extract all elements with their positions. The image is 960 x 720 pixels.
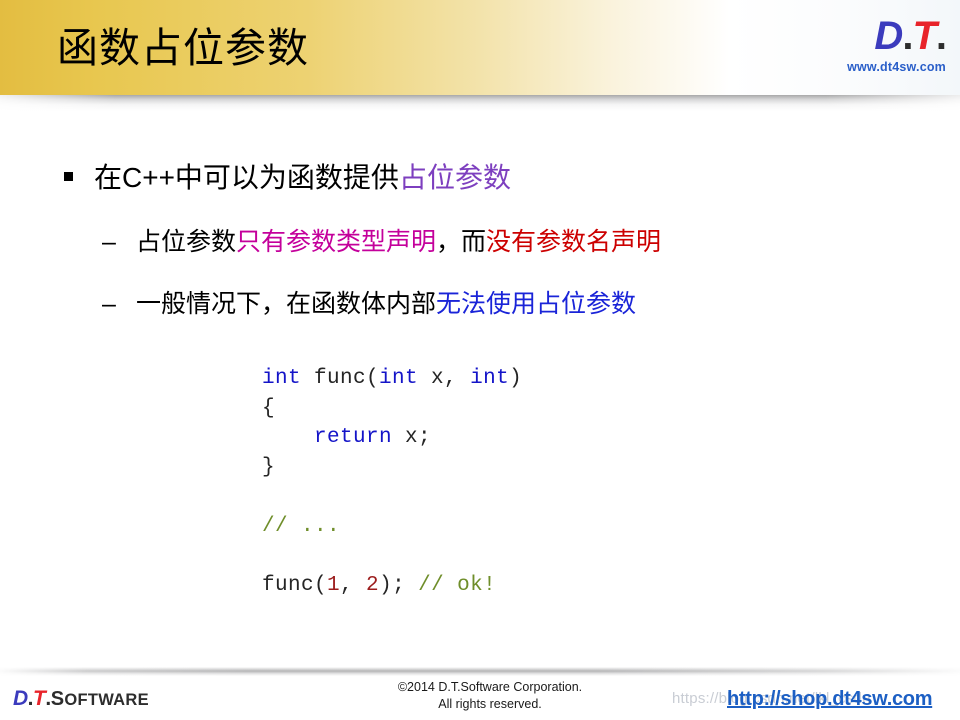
footer-logo: D.T.SOFTWARE bbox=[13, 687, 149, 711]
footer-logo-letter-d: D bbox=[13, 687, 28, 710]
code-line: return x; bbox=[262, 423, 522, 453]
code-line: } bbox=[262, 453, 522, 483]
code-token-plain: { bbox=[262, 396, 276, 420]
footer-logo-word-rest: OFTWARE bbox=[64, 691, 149, 709]
footer-link-area: https://blog.csdn.net/lkl_csdn http://sh… bbox=[672, 686, 960, 712]
header-shadow-divider bbox=[0, 95, 960, 111]
footer-logo-word-cap: S bbox=[50, 688, 65, 710]
footer-shop-link[interactable]: http://shop.dt4sw.com bbox=[727, 686, 932, 712]
dash-bullet-icon: – bbox=[102, 290, 116, 318]
code-sample: int func(int x, int){ return x;}// ... fu… bbox=[262, 364, 522, 600]
bullet-segment-highlight-red: 没有参数名声明 bbox=[486, 228, 662, 256]
bullet-item-primary: 在C++中可以为函数提供占位参数 bbox=[58, 159, 960, 197]
code-token-comment: // ok! bbox=[418, 573, 497, 597]
code-token-plain: ) bbox=[509, 367, 523, 390]
bullet-segment-highlight-blue: 无法使用占位参数 bbox=[436, 290, 637, 318]
copyright-line-2: All rights reserved. bbox=[438, 697, 542, 711]
bullet-segment-text: 在C++中可以为函数提供 bbox=[94, 162, 399, 193]
code-token-plain: x, bbox=[418, 367, 471, 390]
bullet-item-sub-2: – 一般情况下，在函数体内部无法使用占位参数 bbox=[100, 287, 960, 321]
code-token-keyword: int bbox=[379, 367, 419, 390]
logo-dot-2: . bbox=[935, 14, 947, 58]
code-line: func(1, 2); // ok! bbox=[262, 571, 522, 601]
bullet-segment-highlight: 占位参数 bbox=[398, 162, 511, 193]
logo-dot-1: . bbox=[902, 14, 913, 58]
footer-logo-word: SOFTWARE bbox=[50, 688, 149, 710]
brand-logo-mark: D.T. bbox=[796, 14, 947, 58]
code-token-plain: ); bbox=[379, 573, 419, 597]
code-line: // ... bbox=[262, 512, 522, 542]
bullet-segment-text: 占位参数 bbox=[136, 228, 237, 256]
code-token-keyword: int bbox=[262, 367, 302, 390]
code-token-plain: x; bbox=[392, 426, 432, 449]
bullet-segment-text: ，而 bbox=[436, 228, 487, 256]
logo-letter-t: T bbox=[912, 14, 936, 58]
code-line: { bbox=[262, 394, 522, 424]
code-token-plain: , bbox=[340, 573, 367, 597]
bullet-item-sub-1: – 占位参数只有参数类型声明，而没有参数名声明 bbox=[100, 225, 960, 259]
footer-logo-letter-t: T bbox=[33, 687, 46, 710]
header-logo: D.T. www.dt4sw.com bbox=[796, 14, 947, 74]
code-token-number: 2 bbox=[366, 573, 380, 597]
dash-bullet-icon: – bbox=[102, 228, 116, 256]
code-token-comment: // ... bbox=[262, 514, 341, 538]
footer-divider bbox=[0, 667, 960, 676]
bullet-segment-highlight-magenta: 只有参数类型声明 bbox=[236, 228, 437, 256]
slide-content: 在C++中可以为函数提供占位参数 – 占位参数只有参数类型声明，而没有参数名声明… bbox=[0, 111, 960, 321]
header-website-url: www.dt4sw.com bbox=[847, 60, 946, 74]
code-token-keyword: int bbox=[470, 367, 510, 390]
code-token-keyword: return bbox=[314, 426, 393, 449]
logo-letter-d: D bbox=[874, 14, 903, 58]
code-line: int func(int x, int) bbox=[262, 364, 522, 394]
code-token-number: 1 bbox=[327, 573, 341, 597]
code-token-plain: } bbox=[262, 455, 276, 479]
page-title: 函数占位参数 bbox=[57, 25, 309, 71]
code-token-plain: func( bbox=[262, 573, 328, 597]
bullet-segment-text: 一般情况下，在函数体内部 bbox=[136, 290, 437, 318]
square-bullet-icon bbox=[64, 172, 73, 181]
copyright-line-1: ©2014 D.T.Software Corporation. bbox=[397, 680, 583, 694]
footer-copyright: ©2014 D.T.Software Corporation. All righ… bbox=[330, 679, 650, 713]
code-token-plain: func( bbox=[301, 367, 380, 390]
